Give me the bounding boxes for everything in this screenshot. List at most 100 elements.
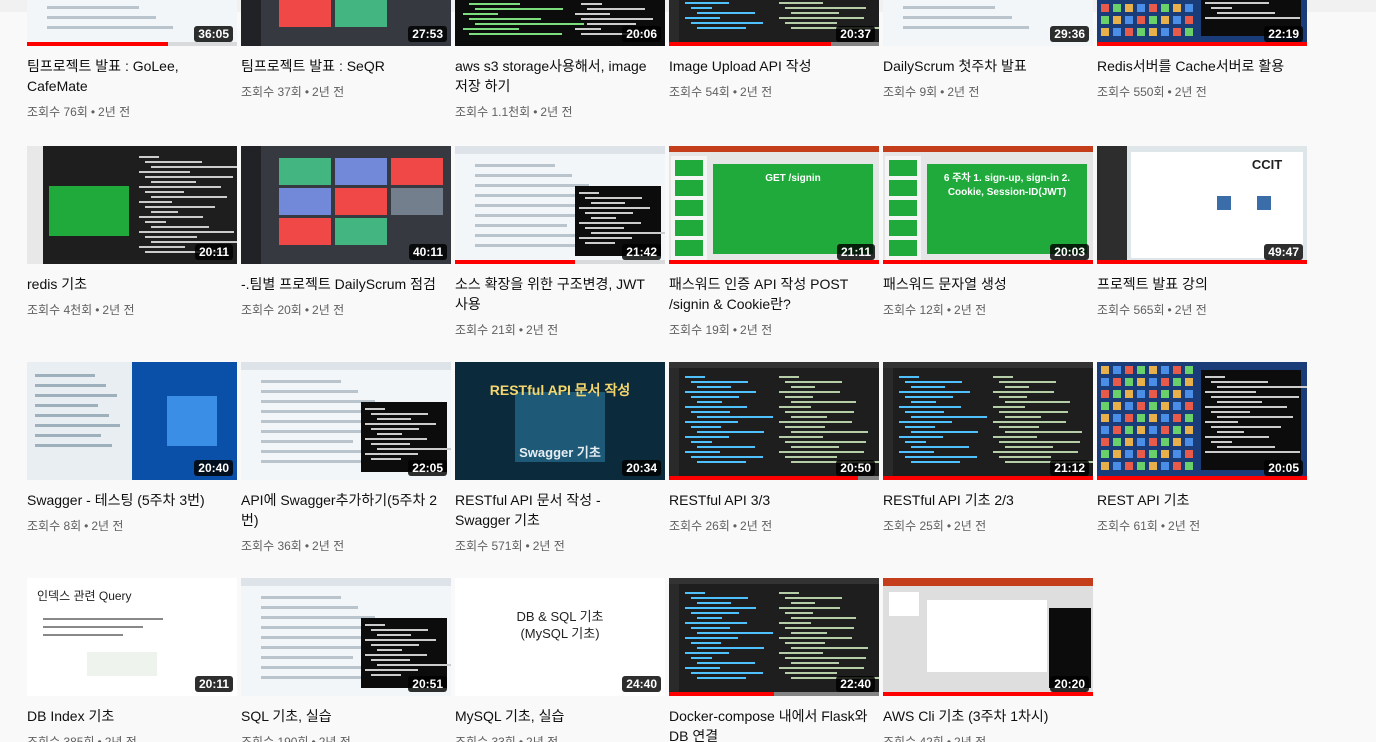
video-thumbnail[interactable]: 20:50 (669, 362, 879, 480)
video-title-link[interactable]: 프로젝트 발표 강의 (1097, 274, 1301, 294)
video-card[interactable]: RESTful API 문서 작성 Swagger 기초 20:34 RESTful … (455, 362, 665, 555)
video-title-link[interactable]: 소스 확장을 위한 구조변경, JWT 사용 (455, 274, 659, 314)
video-title-link[interactable]: Image Upload API 작성 (669, 56, 873, 76)
video-thumbnail[interactable]: DB & SQL 기초 (MySQL 기초) 24:40 (455, 578, 665, 696)
video-metadata: 조회수 19회 • 2년 전 (669, 321, 879, 339)
code-line (463, 13, 498, 15)
slide-thumb (675, 240, 703, 256)
video-card[interactable]: 20:37 Image Upload API 작성 조회수 54회 • 2년 전 (669, 0, 879, 101)
desktop-icon (1173, 450, 1181, 458)
video-card[interactable]: 21:42 소스 확장을 위한 구조변경, JWT 사용 조회수 21회 • 2년 전 (455, 146, 665, 339)
video-title-link[interactable]: API에 Swagger추가하기(5주차 2번) (241, 490, 445, 530)
video-thumbnail[interactable]: 21:12 (883, 362, 1093, 480)
video-card[interactable]: 20:20 AWS Cli 기초 (3주차 1차시) 조회수 42회 • 2년 전 (883, 578, 1093, 742)
video-thumbnail[interactable]: 20:40 (27, 362, 237, 480)
code-line (779, 17, 864, 19)
view-count: 조회수 25회 (883, 519, 944, 533)
video-title-link[interactable]: aws s3 storage사용해서, image 저장 하기 (455, 56, 659, 96)
desktop-icon (1185, 438, 1193, 446)
video-card[interactable]: GET /signin 21:11 패스워드 인증 API 작성 POST /sig… (669, 146, 879, 339)
code-line (1205, 451, 1300, 453)
video-thumbnail[interactable]: 22:19 (1097, 0, 1307, 46)
code-line (697, 446, 755, 448)
video-title-link[interactable]: 팀프로젝트 발표 : SeQR (241, 56, 445, 76)
video-thumbnail[interactable]: CCIT 49:47 (1097, 146, 1307, 264)
separator-dot: • (732, 85, 738, 99)
video-card[interactable]: DB & SQL 기초 (MySQL 기초) 24:40 MySQL 기초, 실습 조… (455, 578, 665, 742)
video-card[interactable]: 22:19 Redis서버를 Cache서버로 활용 조회수 550회 • 2년 전 (1097, 0, 1307, 101)
video-thumbnail[interactable]: 29:36 (883, 0, 1093, 46)
video-title-link[interactable]: AWS Cli 기초 (3주차 1차시) (883, 706, 1087, 726)
video-title-link[interactable]: -.팀별 프로젝트 DailyScrum 점검 (241, 274, 445, 294)
video-card[interactable]: 20:50 RESTful API 3/3 조회수 26회 • 2년 전 (669, 362, 879, 535)
upload-age: 2년 전 (312, 539, 345, 553)
video-card[interactable]: 27:53 팀프로젝트 발표 : SeQR 조회수 37회 • 2년 전 (241, 0, 451, 101)
video-thumbnail[interactable]: 27:53 (241, 0, 451, 46)
video-thumbnail[interactable]: 20:05 (1097, 362, 1307, 480)
video-thumbnail[interactable]: 6 주차 1. sign-up, sign-in 2. Cookie, Sess… (883, 146, 1093, 264)
video-card[interactable]: 6 주차 1. sign-up, sign-in 2. Cookie, Sess… (883, 146, 1093, 319)
code-line (1005, 431, 1082, 433)
video-thumbnail[interactable]: GET /signin 21:11 (669, 146, 879, 264)
video-title-link[interactable]: RESTful API 3/3 (669, 490, 873, 510)
video-card[interactable]: 20:05 REST API 기초 조회수 61회 • 2년 전 (1097, 362, 1307, 535)
video-card[interactable]: 22:40 Docker-compose 내에서 Flask와 DB 연결 (669, 578, 879, 742)
video-card[interactable]: 22:05 API에 Swagger추가하기(5주차 2번) 조회수 36회 • 2년 … (241, 362, 451, 555)
code-line (371, 644, 419, 646)
video-title-link[interactable]: RESTful API 문서 작성 - Swagger 기초 (455, 490, 659, 530)
video-thumbnail[interactable]: 20:51 (241, 578, 451, 696)
desktop-icon (1113, 450, 1121, 458)
code-line (371, 659, 410, 661)
code-line (697, 602, 731, 604)
video-card[interactable]: 20:40 Swagger - 테스팅 (5주차 3번) 조회수 8회 • 2년 전 (27, 362, 237, 535)
code-line (685, 451, 720, 453)
video-thumbnail[interactable]: 21:42 (455, 146, 665, 264)
video-card[interactable]: 인덱스 관련 Query 20:11 DB Index 기초 조회수 385회 • 2년 … (27, 578, 237, 742)
video-card[interactable]: 21:12 RESTful API 기초 2/3 조회수 25회 • 2년 전 (883, 362, 1093, 535)
video-title-link[interactable]: Docker-compose 내에서 Flask와 DB 연결 (669, 706, 873, 742)
video-thumbnail[interactable]: 20:06 (455, 0, 665, 46)
code-line (999, 411, 1068, 413)
video-title-link[interactable]: DailyScrum 첫주차 발표 (883, 56, 1087, 76)
terminal-window (1201, 370, 1301, 470)
video-card[interactable]: 20:51 SQL 기초, 실습 조회수 190회 • 2년 전 (241, 578, 451, 742)
video-card[interactable]: CCIT 49:47 프로젝트 발표 강의 조회수 565회 • 2년 전 (1097, 146, 1307, 319)
video-title-link[interactable]: SQL 기초, 실습 (241, 706, 445, 726)
view-count: 조회수 26회 (669, 519, 730, 533)
video-card[interactable]: 40:11 -.팀별 프로젝트 DailyScrum 점검 조회수 20회 • 2년 전 (241, 146, 451, 319)
code-line (999, 381, 1056, 383)
video-thumbnail[interactable]: RESTful API 문서 작성 Swagger 기초 20:34 (455, 362, 665, 480)
video-title-link[interactable]: redis 기초 (27, 274, 231, 294)
video-thumbnail[interactable]: 40:11 (241, 146, 451, 264)
video-card[interactable]: 20:11 redis 기초 조회수 4천회 • 2년 전 (27, 146, 237, 319)
video-thumbnail[interactable]: 36:05 (27, 0, 237, 46)
video-card[interactable]: 29:36 DailyScrum 첫주차 발표 조회수 9회 • 2년 전 (883, 0, 1093, 101)
video-title-link[interactable]: 패스워드 문자열 생성 (883, 274, 1087, 294)
desktop-icon (1101, 426, 1109, 434)
video-thumbnail[interactable]: 인덱스 관련 Query 20:11 (27, 578, 237, 696)
slide-thumb (675, 220, 703, 236)
code-line (691, 411, 730, 413)
code-line (469, 3, 520, 5)
video-card[interactable]: 36:05 팀프로젝트 발표 : GoLee, CafeMate 조회수 76회 • 2… (27, 0, 237, 121)
video-title-link[interactable]: 팀프로젝트 발표 : GoLee, CafeMate (27, 56, 231, 96)
ui-row (261, 596, 341, 599)
duration-badge: 22:19 (1264, 26, 1303, 42)
video-title-link[interactable]: Redis서버를 Cache서버로 활용 (1097, 56, 1301, 76)
video-thumbnail[interactable]: 20:20 (883, 578, 1093, 696)
video-title-link[interactable]: 패스워드 인증 API 작성 POST /signin & Cookie란? (669, 274, 873, 314)
video-title-link[interactable]: MySQL 기초, 실습 (455, 706, 659, 726)
video-thumbnail[interactable]: 20:11 (27, 146, 237, 264)
video-title-link[interactable]: RESTful API 기초 2/3 (883, 490, 1087, 510)
video-title-link[interactable]: REST API 기초 (1097, 490, 1301, 510)
video-title-link[interactable]: Swagger - 테스팅 (5주차 3번) (27, 490, 231, 510)
video-thumbnail[interactable]: 22:05 (241, 362, 451, 480)
video-title-link[interactable]: DB Index 기초 (27, 706, 231, 726)
code-line (697, 431, 764, 433)
video-thumbnail[interactable]: 20:37 (669, 0, 879, 46)
video-card[interactable]: 20:06 aws s3 storage사용해서, image 저장 하기 조회수 … (455, 0, 665, 121)
code-line (139, 201, 172, 203)
video-thumbnail[interactable]: 22:40 (669, 578, 879, 696)
upload-age: 2년 전 (318, 735, 351, 742)
desktop-icon (1137, 402, 1145, 410)
